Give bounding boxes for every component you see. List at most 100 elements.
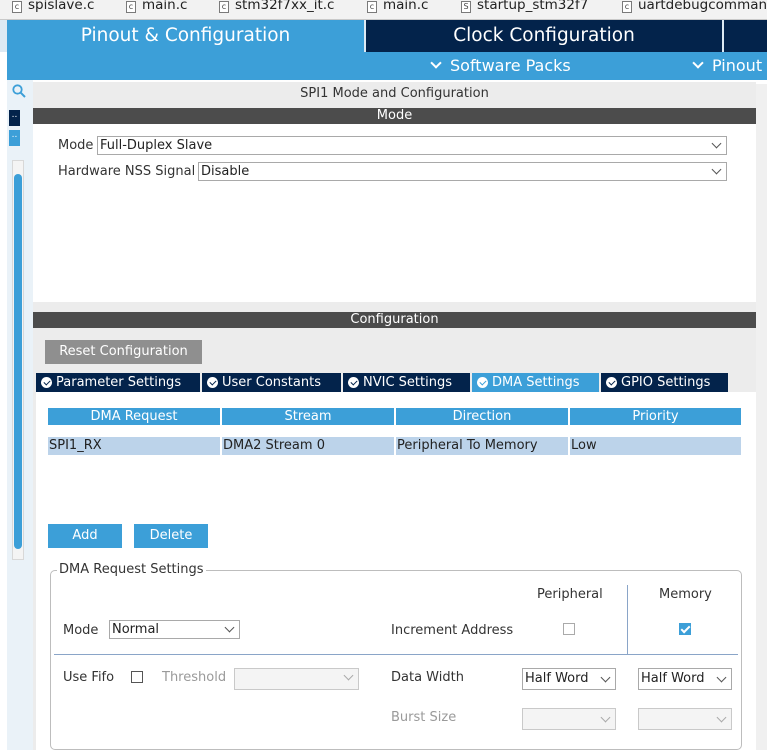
chevron-down-icon (716, 672, 727, 683)
category-tab-1[interactable]: .. (9, 110, 20, 126)
configuration-section-header: Configuration (33, 312, 756, 328)
panel-title: SPI1 Mode and Configuration (300, 86, 489, 101)
chevron-down-icon (711, 164, 722, 175)
use-fifo-label: Use Fifo (63, 670, 115, 685)
delete-button[interactable]: Delete (134, 524, 208, 548)
dma-request-settings-group: DMA Request Settings Peripheral Memory M… (50, 562, 742, 750)
threshold-label: Threshold (162, 670, 227, 685)
reset-configuration-button[interactable]: Reset Configuration (45, 340, 202, 364)
data-width-label: Data Width (391, 670, 464, 685)
nss-select-value: Disable (201, 164, 250, 179)
peripheral-increment-checkbox[interactable] (563, 623, 575, 635)
editor-tab-label: main.c (383, 0, 429, 13)
use-fifo-checkbox[interactable] (131, 671, 143, 683)
software-packs-menu[interactable]: Software Packs (430, 56, 571, 75)
peripheral-column-header: Peripheral (537, 587, 603, 602)
editor-tab-uartdebug[interactable]: c uartdebugcomman (622, 0, 767, 20)
cell-priority: Low (570, 437, 741, 455)
nss-label: Hardware NSS Signal (58, 164, 196, 179)
nss-select[interactable]: Disable (198, 162, 727, 181)
mode-section: Mode Full-Duplex Slave Hardware NSS Sign… (33, 124, 756, 302)
chevron-down-icon (600, 712, 611, 723)
dma-mode-value: Normal (112, 622, 160, 637)
editor-tab-startup[interactable]: S startup_stm32f7 (461, 0, 588, 20)
editor-tab-label: stm32f7xx_it.c (235, 0, 335, 13)
peripheral-data-width-select[interactable]: Half Word (522, 668, 616, 690)
category-tab-2[interactable]: .. (9, 130, 20, 146)
pinout-menu[interactable]: Pinout (692, 56, 762, 75)
check-circle-icon (348, 377, 359, 388)
spi1-configuration-panel: SPI1 Mode and Configuration Mode Mode Fu… (33, 82, 756, 750)
memory-data-width-select[interactable]: Half Word (638, 668, 732, 690)
peripheral-data-width-value: Half Word (525, 671, 589, 686)
editor-tab-strip: c spislave.c c main.c c stm32f7xx_it.c c… (0, 0, 767, 20)
tab-label: Parameter Settings (56, 375, 182, 390)
s-file-icon: S (461, 1, 471, 13)
dma-settings-content: DMA Request Stream Direction Priority SP… (36, 392, 756, 750)
column-header-dma-request[interactable]: DMA Request (48, 408, 220, 425)
mode-select-value: Full-Duplex Slave (100, 138, 213, 153)
burst-size-label: Burst Size (391, 710, 457, 725)
search-icon[interactable] (12, 84, 26, 98)
chevron-down-icon (716, 712, 727, 723)
tab-overflow[interactable] (724, 20, 767, 52)
editor-tab-main-2[interactable]: c main.c (367, 0, 428, 20)
column-header-priority[interactable]: Priority (570, 408, 741, 425)
c-file-icon: c (622, 1, 632, 13)
memory-data-width-value: Half Word (641, 671, 705, 686)
tab-label: User Constants (222, 375, 321, 390)
check-circle-icon (41, 377, 52, 388)
editor-tab-label: spislave.c (28, 0, 95, 13)
increment-address-label: Increment Address (391, 623, 514, 638)
tab-nvic-settings[interactable]: NVIC Settings (343, 373, 470, 392)
tab-pinout-configuration[interactable]: Pinout & Configuration (7, 20, 364, 52)
chevron-down-icon (224, 622, 235, 633)
left-scrollbar-thumb[interactable] (14, 174, 22, 549)
editor-tab-label: main.c (142, 0, 188, 13)
memory-increment-checkbox[interactable] (679, 623, 691, 635)
cell-direction: Peripheral To Memory (396, 437, 568, 455)
tab-label: NVIC Settings (363, 375, 452, 390)
row-divider (54, 654, 738, 655)
chevron-down-icon (711, 138, 722, 149)
editor-tab-stm32f7xx-it[interactable]: c stm32f7xx_it.c (219, 0, 334, 20)
c-file-icon: c (12, 1, 22, 13)
tab-label: GPIO Settings (621, 375, 711, 390)
software-packs-label: Software Packs (450, 56, 571, 75)
editor-tab-spislave[interactable]: c spislave.c (12, 0, 94, 20)
chevron-down-icon (430, 57, 442, 69)
right-scrollbar[interactable] (756, 84, 767, 750)
check-circle-icon (207, 377, 218, 388)
memory-burst-size-select[interactable] (638, 708, 732, 730)
editor-tab-label: startup_stm32f7 (477, 0, 589, 13)
tab-label: DMA Settings (492, 375, 580, 390)
check-circle-icon (477, 377, 488, 388)
sub-navigation: Software Packs Pinout (7, 52, 767, 80)
main-navigation: Pinout & Configuration Clock Configurati… (0, 20, 767, 52)
cell-stream: DMA2 Stream 0 (222, 437, 394, 455)
tab-dma-settings[interactable]: DMA Settings (472, 373, 599, 392)
check-circle-icon (606, 377, 617, 388)
chevron-down-icon (692, 57, 704, 69)
c-file-icon: c (219, 1, 229, 13)
editor-tab-label: uartdebugcomman (638, 0, 767, 13)
tab-user-constants[interactable]: User Constants (202, 373, 341, 392)
c-file-icon: c (126, 1, 136, 13)
dma-mode-select[interactable]: Normal (109, 620, 240, 639)
tab-clock-configuration[interactable]: Clock Configuration (366, 20, 722, 52)
tab-gpio-settings[interactable]: GPIO Settings (601, 373, 728, 392)
peripheral-burst-size-select[interactable] (522, 708, 616, 730)
mode-select[interactable]: Full-Duplex Slave (97, 136, 727, 155)
column-header-direction[interactable]: Direction (396, 408, 568, 425)
threshold-select[interactable] (234, 668, 359, 690)
editor-tab-main[interactable]: c main.c (126, 0, 187, 20)
cell-dma-request: SPI1_RX (48, 437, 220, 455)
memory-column-header: Memory (659, 587, 712, 602)
left-category-strip: .. .. (7, 80, 33, 750)
column-header-stream[interactable]: Stream (222, 408, 394, 425)
column-divider (627, 585, 628, 655)
add-button[interactable]: Add (48, 524, 122, 548)
c-file-icon: c (367, 1, 377, 13)
tab-parameter-settings[interactable]: Parameter Settings (36, 373, 200, 392)
mode-section-header: Mode (33, 108, 756, 124)
